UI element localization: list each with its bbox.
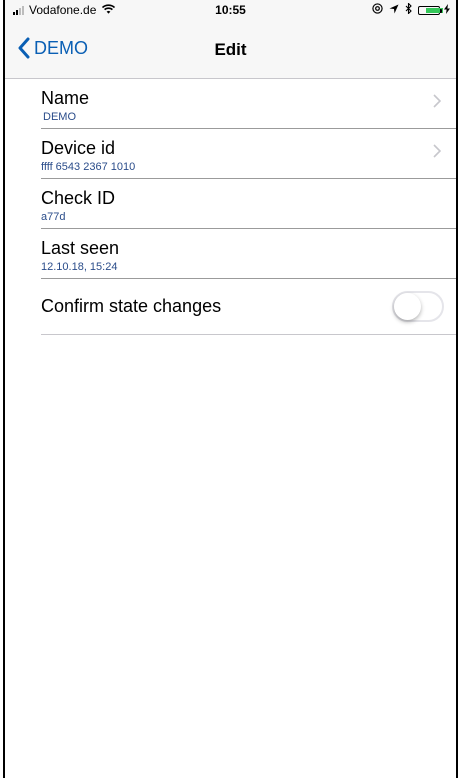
bluetooth-icon [405, 2, 412, 17]
toggle-label: Confirm state changes [41, 296, 222, 316]
switch-knob [394, 293, 421, 320]
row-title: Check ID [41, 188, 116, 208]
status-bar: Vodafone.de 10:55 [5, 0, 456, 20]
phone-screen: Vodafone.de 10:55 DEMO Edit Name DEMO De… [3, 0, 458, 778]
row-title: Name [41, 88, 90, 108]
row-value: ffff 6543 2367 1010 [41, 161, 136, 173]
at-icon [372, 3, 383, 17]
check-id-row: Check ID a77d [41, 179, 456, 229]
location-icon [389, 4, 399, 17]
chevron-right-icon [433, 94, 441, 108]
charging-icon [444, 3, 450, 17]
navigation-bar: DEMO Edit [5, 20, 456, 79]
chevron-right-icon [433, 144, 441, 158]
row-value: a77d [41, 211, 66, 223]
row-value: 12.10.18, 15:24 [41, 261, 118, 273]
page-title: Edit [214, 40, 247, 59]
row-value: DEMO [43, 111, 76, 123]
device-id-row[interactable]: Device id ffff 6543 2367 1010 [41, 129, 456, 179]
battery-icon [418, 5, 444, 15]
row-title: Device id [41, 138, 116, 158]
confirm-state-changes-switch[interactable] [392, 291, 444, 322]
settings-list: Name DEMO Device id ffff 6543 2367 1010 … [5, 79, 456, 335]
last-seen-row: Last seen 12.10.18, 15:24 [41, 229, 456, 279]
status-right [366, 2, 450, 17]
name-row[interactable]: Name DEMO [41, 79, 456, 129]
confirm-state-changes-row: Confirm state changes [41, 279, 456, 335]
row-title: Last seen [41, 238, 120, 258]
